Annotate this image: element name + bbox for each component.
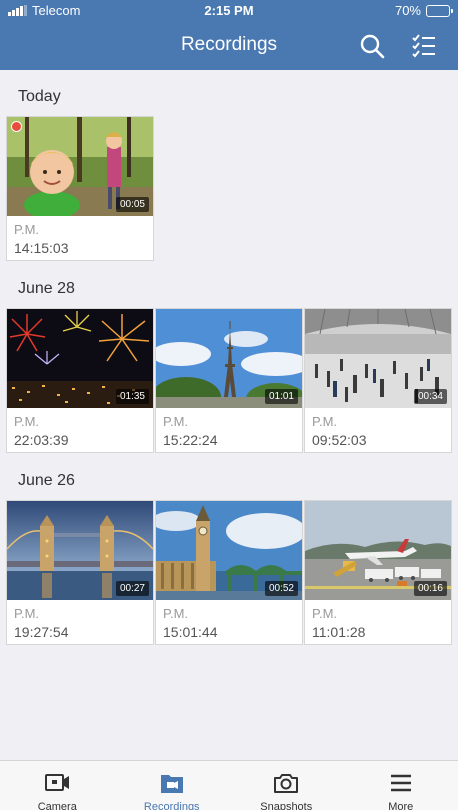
search-icon[interactable] (359, 33, 385, 59)
status-bar: Telecom 2:15 PM 70% (0, 0, 458, 22)
tab-bar: Camera Recordings Snapshots More (0, 760, 458, 810)
tab-label: Snapshots (260, 801, 313, 810)
recording-period: P.M. (312, 606, 338, 621)
recording-card[interactable]: 00:16 P.M. 11:01:28 (304, 500, 452, 645)
duration-badge: 00:34 (413, 389, 447, 404)
airport-thumbnail: 00:16 (305, 501, 451, 600)
recording-card[interactable]: 01:01 P.M. 15:22:24 (155, 308, 303, 453)
battery: 70% (394, 3, 453, 18)
recordings-list[interactable]: Today 00:05 P.M. 14:15:03 June 28 01:35 … (0, 70, 458, 760)
duration-badge: 01:01 (264, 389, 298, 404)
recording-time: 19:27:54 (14, 624, 69, 640)
camera-icon (45, 774, 70, 791)
recording-period: P.M. (14, 222, 40, 237)
duration-badge: 00:52 (264, 581, 298, 596)
recording-indicator (11, 121, 22, 132)
section-title-june-28: June 28 (18, 280, 75, 297)
menu-icon (390, 774, 411, 792)
recording-time: 11:01:28 (312, 624, 366, 640)
kids-in-forest-thumbnail: 00:05 (7, 117, 153, 216)
recording-period: P.M. (163, 606, 189, 621)
tab-more[interactable]: More (344, 761, 458, 810)
fireworks-thumbnail: 01:35 (7, 309, 153, 408)
recording-time: 09:52:03 (312, 432, 367, 448)
duration-badge: 00:05 (115, 197, 149, 212)
tab-label: Recordings (143, 801, 200, 810)
recording-card[interactable]: 00:34 P.M. 09:52:03 (304, 308, 452, 453)
tab-camera[interactable]: Camera (0, 761, 115, 810)
tab-label: Camera (37, 801, 77, 810)
big-ben-thumbnail: 00:52 (156, 501, 302, 600)
recording-card[interactable]: 00:27 P.M. 19:27:54 (6, 500, 154, 645)
recording-card[interactable]: 00:05 P.M. 14:15:03 (6, 116, 154, 261)
duration-badge: 00:27 (115, 581, 149, 596)
tab-snapshots[interactable]: Snapshots (229, 761, 344, 810)
section-title-june-26: June 26 (18, 472, 75, 489)
section-title-today: Today (18, 88, 61, 105)
train-station-thumbnail: 00:34 (305, 309, 451, 408)
duration-badge: 01:35 (115, 389, 149, 404)
recording-period: P.M. (14, 414, 40, 429)
recording-time: 15:22:24 (163, 432, 218, 448)
status-time: 2:15 PM (204, 3, 254, 18)
battery-icon (426, 4, 453, 17)
eiffel-tower-thumbnail: 01:01 (156, 309, 302, 408)
recording-card[interactable]: 00:52 P.M. 15:01:44 (155, 500, 303, 645)
recording-time: 15:01:44 (163, 624, 218, 640)
checklist-icon[interactable] (411, 33, 437, 59)
battery-percent: 70% (394, 3, 421, 18)
recording-period: P.M. (163, 414, 189, 429)
recording-period: P.M. (14, 606, 40, 621)
snapshot-icon (274, 774, 299, 793)
page-title: Recordings (180, 34, 278, 55)
tab-label: More (388, 801, 414, 810)
recording-card[interactable]: 01:35 P.M. 22:03:39 (6, 308, 154, 453)
recording-period: P.M. (312, 414, 338, 429)
duration-badge: 00:16 (413, 581, 447, 596)
tab-recordings[interactable]: Recordings (115, 761, 230, 810)
tower-bridge-thumbnail: 00:27 (7, 501, 153, 600)
recording-time: 14:15:03 (14, 240, 69, 256)
recording-time: 22:03:39 (14, 432, 69, 448)
app-header: Telecom 2:15 PM 70% Recordings (0, 0, 458, 70)
recordings-icon (160, 775, 183, 793)
